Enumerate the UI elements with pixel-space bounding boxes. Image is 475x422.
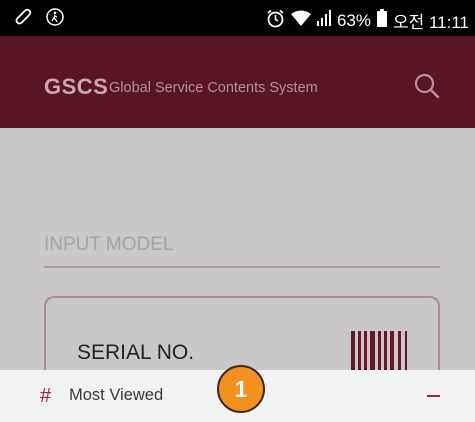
main-content: SERIAL NO. — [0, 128, 475, 396]
most-viewed-label: Most Viewed — [69, 386, 164, 404]
battery-percent: 63% — [336, 10, 371, 30]
battery-icon — [376, 9, 387, 32]
search-button[interactable] — [412, 71, 442, 101]
barcode-icon — [351, 331, 407, 373]
search-icon — [414, 73, 440, 99]
step-badge: 1 — [217, 365, 265, 413]
wifi-icon — [290, 10, 311, 32]
brand-subtitle: Global Service Contents System — [109, 80, 318, 96]
signal-icon — [316, 9, 331, 32]
serial-label: SERIAL NO. — [77, 341, 195, 364]
clock-time: 오전 11:11 — [392, 13, 469, 32]
accessibility-icon — [46, 8, 64, 31]
pen-icon — [14, 8, 32, 31]
status-bar: 63% 오전 11:11 — [0, 0, 475, 36]
hash-icon: # — [40, 385, 52, 407]
alarm-icon — [266, 9, 285, 33]
model-input[interactable] — [44, 224, 440, 268]
minus-icon[interactable] — [424, 384, 444, 408]
status-right-icons: 63% 오전 11:11 — [266, 8, 469, 33]
status-left-icons — [14, 8, 64, 31]
app-header: GSCS Global Service Contents System — [0, 36, 475, 128]
brand-title: GSCS — [44, 74, 109, 99]
